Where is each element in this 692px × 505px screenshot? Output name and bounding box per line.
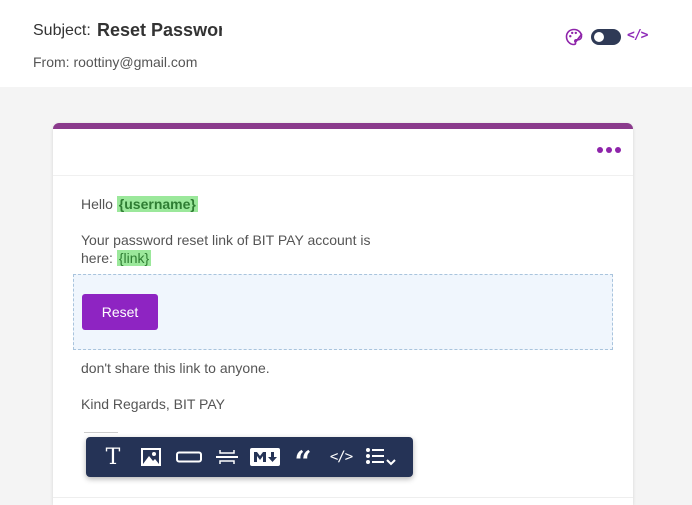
from-email: roottiny@gmail.com	[73, 54, 198, 70]
card-divider	[53, 175, 633, 176]
markdown-icon[interactable]	[249, 437, 281, 477]
text-icon[interactable]: T	[98, 437, 128, 477]
code-block-label: </>	[329, 449, 353, 465]
list-dropdown-icon[interactable]	[364, 437, 400, 477]
username-tag: {username}	[116, 196, 198, 212]
body-line-2-text: here:	[81, 250, 113, 266]
reset-button[interactable]: Reset	[82, 294, 158, 330]
from-label: From:	[33, 54, 70, 70]
body-line-1: Your password reset link of BIT PAY acco…	[81, 232, 371, 248]
subject-value[interactable]: Reset Password	[97, 20, 222, 41]
quote-icon[interactable]: “	[288, 437, 318, 478]
greeting-text: Hello	[81, 196, 113, 212]
button-block-icon[interactable]	[174, 437, 204, 477]
link-tag: {link}	[116, 250, 152, 266]
more-options-icon[interactable]	[597, 146, 621, 154]
block-toolbar: T “ </>	[86, 437, 413, 478]
code-icon[interactable]: </>	[627, 28, 649, 43]
subject-label: Subject:	[33, 22, 91, 39]
small-divider	[84, 432, 118, 433]
palette-icon[interactable]	[565, 28, 583, 46]
card-bottom-divider	[53, 497, 633, 498]
signoff-text[interactable]: Kind Regards, BIT PAY	[81, 395, 225, 413]
greeting-line[interactable]: Hello {username}	[81, 195, 198, 213]
button-block[interactable]: Reset	[73, 274, 613, 350]
divider-icon[interactable]	[212, 437, 242, 477]
toggle-knob	[594, 32, 604, 42]
theme-toggle[interactable]	[591, 29, 621, 45]
email-header: Subject: Reset Password From: roottiny@g…	[0, 0, 692, 87]
body-paragraph[interactable]: Your password reset link of BIT PAY acco…	[81, 231, 370, 267]
warning-text[interactable]: don't share this link to anyone.	[81, 359, 270, 377]
code-block-icon[interactable]: </>	[326, 437, 356, 477]
image-icon[interactable]	[136, 437, 166, 477]
from-line: From: roottiny@gmail.com	[33, 54, 197, 70]
body-line-2: here: {link}	[81, 249, 370, 267]
